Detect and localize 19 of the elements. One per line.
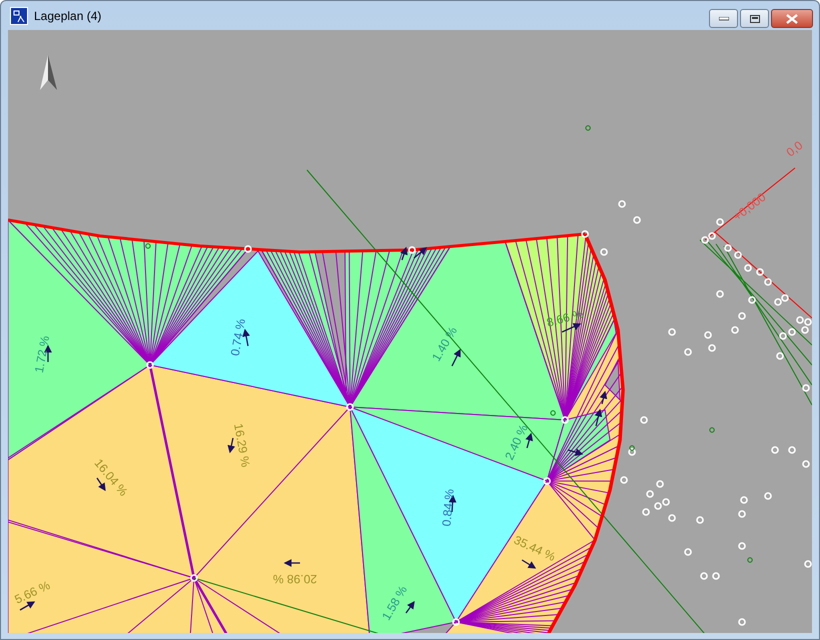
minimize-button[interactable] (709, 9, 738, 28)
slope-label: 5.66 % (12, 578, 52, 607)
minimize-icon (718, 16, 728, 20)
maximize-button[interactable] (740, 9, 769, 28)
slope-label: 1.72 % (32, 334, 52, 374)
north-arrow-icon (40, 55, 57, 90)
slope-label: 8.66 % (545, 306, 585, 330)
close-icon (786, 14, 798, 24)
maximize-icon (750, 14, 760, 22)
slope-label: 16.29 % (231, 422, 253, 468)
slope-label: 35.44 % (512, 532, 558, 564)
slope-label: 0.84 % (439, 488, 457, 527)
window-title: Lageplan (4) (34, 8, 102, 22)
slope-label: 20.98 % (272, 572, 318, 586)
app-icon (10, 6, 28, 24)
height-label: 0,0 (784, 138, 806, 160)
slope-label: 2.40 % (502, 422, 531, 462)
slope-label: 0.74 % (228, 318, 248, 357)
close-button[interactable] (771, 9, 813, 28)
